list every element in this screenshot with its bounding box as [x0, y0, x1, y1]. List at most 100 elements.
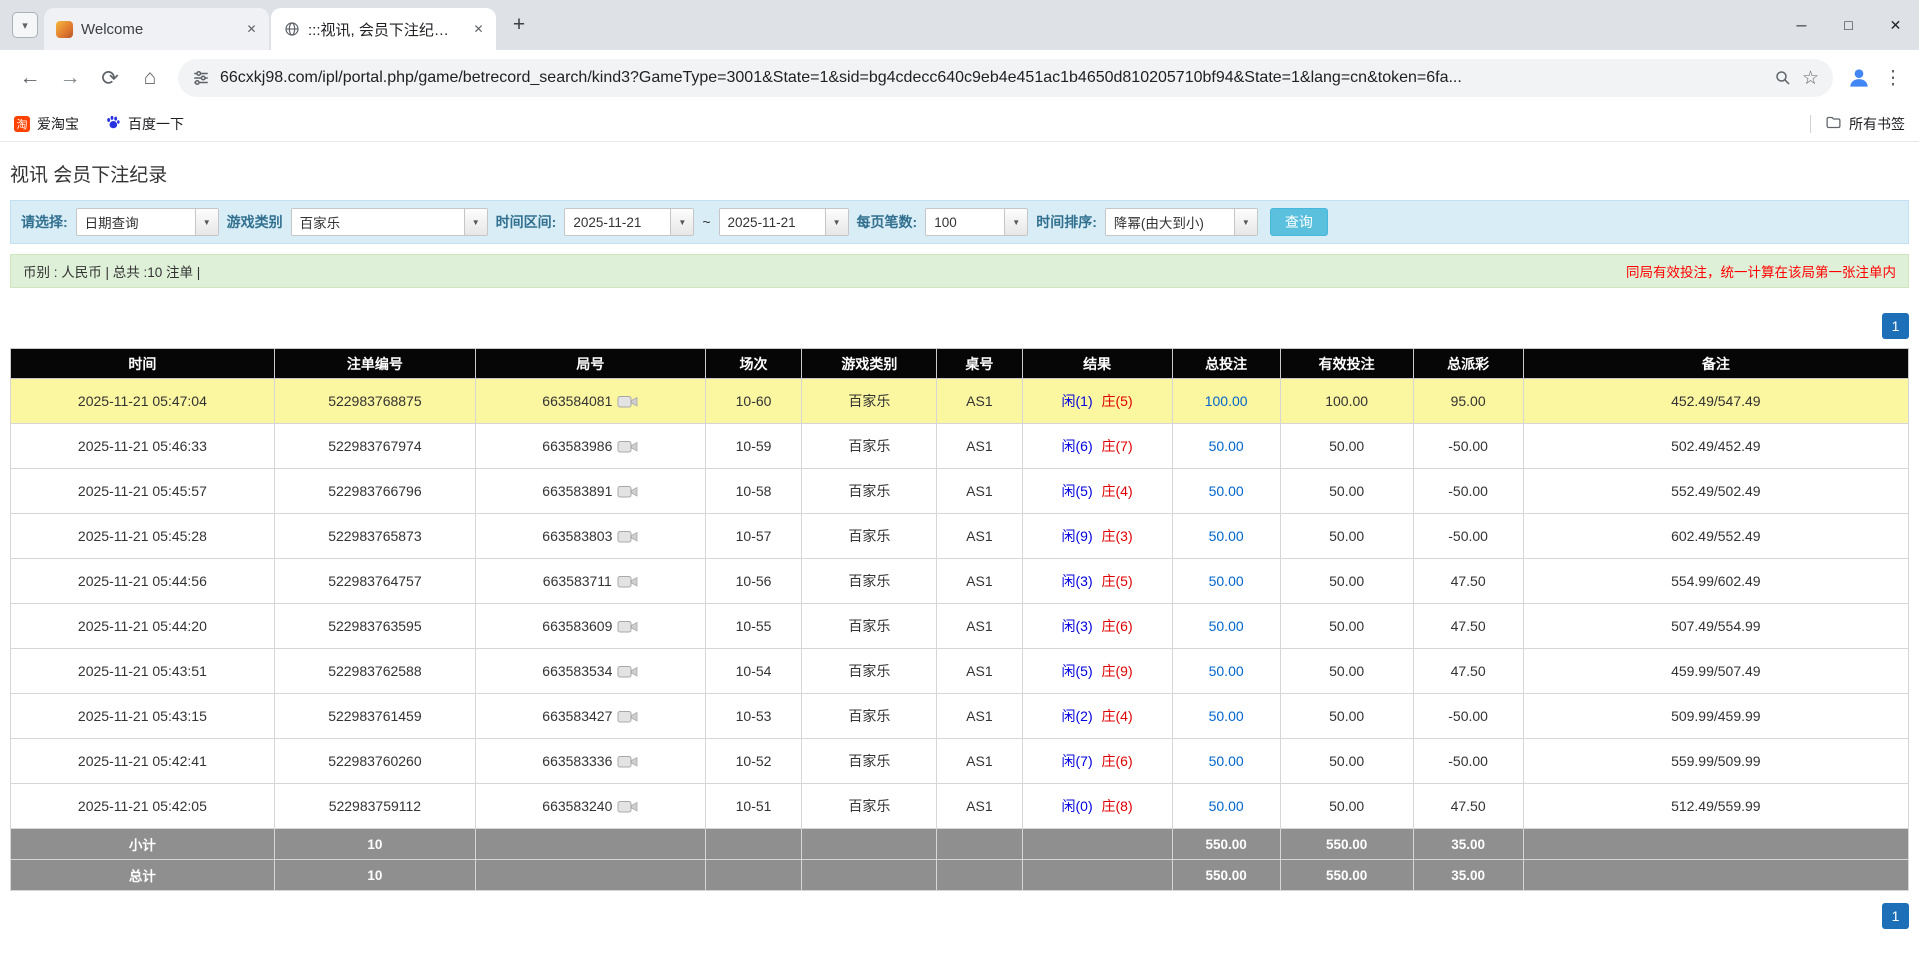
table-number: AS1 [937, 469, 1022, 514]
url-text[interactable]: 66cxkj98.com/ipl/portal.php/game/betreco… [220, 69, 1764, 87]
valid-bet: 50.00 [1280, 694, 1413, 739]
sort-label: 时间排序: [1036, 212, 1097, 232]
close-tab-icon[interactable]: ✕ [242, 20, 261, 39]
date-from-select[interactable]: 2025-11-21 ▼ [564, 208, 694, 236]
result-cell: 闲(2) 庄(4) [1022, 694, 1172, 739]
search-button[interactable]: 查询 [1270, 208, 1328, 236]
round-result-icon[interactable] [617, 664, 638, 679]
new-tab-button[interactable]: + [504, 10, 534, 40]
chevron-down-icon[interactable]: ▼ [1234, 209, 1257, 235]
back-button[interactable]: ← [10, 58, 50, 98]
session: 10-57 [705, 514, 802, 559]
total-bet-link[interactable]: 50.00 [1209, 573, 1244, 589]
tab-betrecord[interactable]: :::视讯, 会员下注纪录::: ✕ [271, 8, 496, 50]
subtotal-total-bet: 550.00 [1172, 829, 1280, 860]
result-banker: 庄(4) [1102, 708, 1133, 724]
total-bet-link[interactable]: 50.00 [1209, 438, 1244, 454]
chevron-down-icon[interactable]: ▼ [195, 209, 218, 235]
result-banker: 庄(9) [1102, 663, 1133, 679]
remark: 552.49/502.49 [1523, 469, 1908, 514]
round-result-icon[interactable] [617, 754, 638, 769]
round-result-icon[interactable] [617, 484, 638, 499]
round-result-icon[interactable] [617, 799, 638, 814]
page-1-button[interactable]: 1 [1882, 903, 1909, 929]
chevron-down-icon[interactable]: ▼ [670, 209, 693, 235]
subtotal-valid-bet: 550.00 [1280, 829, 1413, 860]
total-bet-cell: 50.00 [1172, 649, 1280, 694]
close-tab-icon[interactable]: ✕ [469, 20, 488, 39]
table-number: AS1 [937, 739, 1022, 784]
all-bookmarks-button[interactable]: 所有书签 [1825, 114, 1905, 134]
page-title: 视讯 会员下注纪录 [10, 142, 1909, 200]
valid-bet: 100.00 [1280, 379, 1413, 424]
chevron-down-icon[interactable]: ▼ [464, 209, 487, 235]
subtotal-count: 10 [274, 829, 475, 860]
taobao-icon: 淘 [14, 116, 30, 132]
date-range-label: 时间区间: [496, 212, 557, 232]
result-player: 闲(5) [1062, 483, 1093, 499]
bookmark-star-icon[interactable]: ☆ [1802, 67, 1819, 90]
profile-icon[interactable] [1841, 60, 1877, 96]
bookmark-aitaobao[interactable]: 淘 爱淘宝 [14, 114, 79, 134]
total-bet-link[interactable]: 50.00 [1209, 708, 1244, 724]
notice-text: 同局有效投注，统一计算在该局第一张注单内 [1626, 261, 1896, 281]
table-number: AS1 [937, 604, 1022, 649]
round-result-icon[interactable] [617, 439, 638, 454]
total-bet-link[interactable]: 50.00 [1209, 618, 1244, 634]
valid-bet: 50.00 [1280, 604, 1413, 649]
bookmark-label: 爱淘宝 [37, 114, 79, 134]
close-window-button[interactable]: ✕ [1872, 0, 1919, 50]
bet-id: 522983767974 [274, 424, 475, 469]
tab-welcome[interactable]: Welcome ✕ [44, 8, 269, 50]
reload-button[interactable]: ⟳ [90, 58, 130, 98]
bet-time: 2025-11-21 05:46:33 [11, 424, 275, 469]
game-type-select[interactable]: 百家乐 ▼ [291, 208, 488, 236]
round-number: 663583803 [542, 528, 612, 544]
column-header: 总投注 [1172, 349, 1280, 379]
date-to-select[interactable]: 2025-11-21 ▼ [719, 208, 849, 236]
result-cell: 闲(0) 庄(8) [1022, 784, 1172, 829]
table-row: 2025-11-21 05:45:28 522983765873 6635838… [11, 514, 1909, 559]
round-result-icon[interactable] [617, 619, 638, 634]
result-player: 闲(3) [1062, 573, 1093, 589]
chevron-down-icon[interactable]: ▼ [825, 209, 848, 235]
bet-time: 2025-11-21 05:42:41 [11, 739, 275, 784]
tab-search-button[interactable]: ▾ [12, 12, 38, 38]
round-result-icon[interactable] [617, 529, 638, 544]
round-result-icon[interactable] [617, 709, 638, 724]
result-cell: 闲(3) 庄(6) [1022, 604, 1172, 649]
total-bet-link[interactable]: 50.00 [1209, 663, 1244, 679]
menu-kebab-icon[interactable]: ⋮ [1877, 60, 1909, 96]
round-cell: 663583609 [476, 604, 706, 649]
site-info-icon[interactable] [192, 69, 210, 87]
round-result-icon[interactable] [617, 574, 638, 589]
chevron-down-icon[interactable]: ▼ [1004, 209, 1027, 235]
total-bet-link[interactable]: 50.00 [1209, 528, 1244, 544]
bookmark-baidu[interactable]: 百度一下 [105, 114, 184, 134]
total-bet-cell: 50.00 [1172, 784, 1280, 829]
game-type: 百家乐 [802, 784, 937, 829]
home-button[interactable]: ⌂ [130, 58, 170, 98]
total-bet-cell: 50.00 [1172, 694, 1280, 739]
round-number: 663583336 [542, 753, 612, 769]
bet-time: 2025-11-21 05:43:51 [11, 649, 275, 694]
per-page-select[interactable]: 100 ▼ [925, 208, 1028, 236]
round-result-icon[interactable] [617, 394, 638, 409]
total-bet-link[interactable]: 50.00 [1209, 753, 1244, 769]
total-bet-link[interactable]: 50.00 [1209, 798, 1244, 814]
total-bet-link[interactable]: 50.00 [1209, 483, 1244, 499]
forward-button[interactable]: → [50, 58, 90, 98]
total-bet-link[interactable]: 100.00 [1205, 393, 1248, 409]
address-bar[interactable]: 66cxkj98.com/ipl/portal.php/game/betreco… [178, 59, 1833, 97]
query-type-select[interactable]: 日期查询 ▼ [76, 208, 219, 236]
bet-id: 522983760260 [274, 739, 475, 784]
page-1-button[interactable]: 1 [1882, 313, 1909, 339]
remark: 459.99/507.49 [1523, 649, 1908, 694]
bookmarks-divider [1810, 115, 1811, 133]
zoom-icon[interactable] [1774, 69, 1792, 87]
sort-select[interactable]: 降幂(由大到小) ▼ [1105, 208, 1258, 236]
maximize-button[interactable]: □ [1825, 0, 1872, 50]
total-bet-cell: 50.00 [1172, 739, 1280, 784]
minimize-button[interactable]: ─ [1778, 0, 1825, 50]
table-row: 2025-11-21 05:42:05 522983759112 6635832… [11, 784, 1909, 829]
